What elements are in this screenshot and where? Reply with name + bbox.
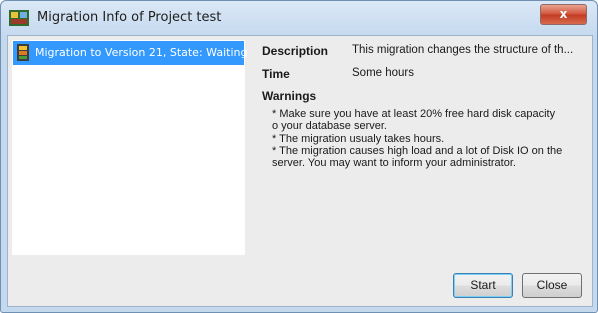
title-bar[interactable]: Migration Info of Project test x: [1, 1, 597, 35]
close-window-button[interactable]: x: [540, 4, 587, 25]
description-value: This migration changes the structure of …: [352, 44, 574, 56]
migration-list[interactable]: Migration to Version 21, State: Waiting: [12, 40, 248, 255]
close-button[interactable]: Close: [522, 273, 582, 298]
time-label: Time: [262, 67, 290, 81]
migration-info-dialog: Migration Info of Project test x Migrati…: [0, 0, 598, 313]
list-item[interactable]: Migration to Version 21, State: Waiting: [13, 41, 248, 65]
migration-icon: [17, 44, 29, 61]
warnings-text: * Make sure you have at least 20% free h…: [272, 108, 563, 170]
start-button[interactable]: Start: [453, 273, 513, 298]
time-value: Some hours: [352, 67, 415, 79]
window-title: Migration Info of Project test: [37, 10, 222, 25]
warnings-label: Warnings: [262, 89, 317, 103]
list-item-label: Migration to Version 21, State: Waiting: [35, 46, 248, 59]
dialog-body: Migration to Version 21, State: Waiting …: [7, 35, 593, 307]
description-label: Description: [262, 44, 329, 58]
app-icon: [9, 10, 29, 26]
